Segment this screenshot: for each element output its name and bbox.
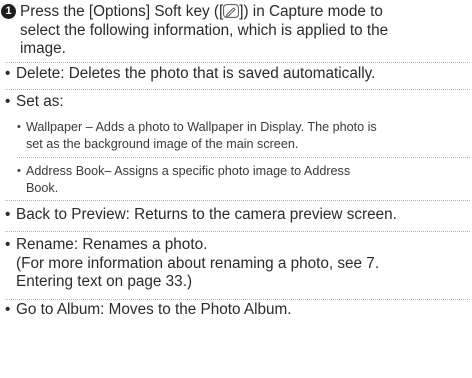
item-delete-text: Delete: Deletes the photo that is saved … [16, 65, 376, 82]
step-1: 1 Press the [Options] Soft key ([ ]) in C… [0, 3, 470, 59]
divider [5, 200, 470, 201]
manual-page: 1 Press the [Options] Soft key ([ ]) in C… [0, 0, 472, 378]
sub-item-address-book-text: Address Book– Assigns a specific photo i… [26, 163, 472, 196]
divider [17, 157, 470, 158]
item-rename-text: Rename: Renames a photo. (For more infor… [16, 236, 470, 292]
step-instruction: Press the [Options] Soft key ([ ]) in Cap… [20, 3, 470, 59]
rename-line-3: Entering text on page 33.) [16, 273, 193, 290]
wallpaper-line-2: set as the background image of the main … [26, 136, 299, 151]
sub-item-wallpaper-text: Wallpaper – Adds a photo to Wallpaper in… [26, 119, 472, 152]
sub-item-address-book: • Address Book– Assigns a specific photo… [17, 163, 472, 196]
list-item-set-as: • Set as: [5, 93, 470, 112]
address-line-2: Book. [26, 180, 59, 195]
bullet: • [17, 165, 21, 177]
divider [5, 299, 470, 300]
step-line-3: image. [20, 40, 66, 57]
step-line-1-prefix: Press the [Options] Soft key ([ [20, 3, 224, 20]
divider [5, 89, 470, 90]
item-back-text: Back to Preview: Returns to the camera p… [16, 206, 397, 223]
address-line-1: Address Book– Assigns a specific photo i… [26, 164, 351, 178]
list-item-go-to-album: • Go to Album: Moves to the Photo Album. [5, 301, 470, 320]
wallpaper-line-1: Wallpaper – Adds a photo to Wallpaper in… [26, 120, 377, 134]
bullet: • [17, 121, 21, 133]
sub-item-wallpaper: • Wallpaper – Adds a photo to Wallpaper … [17, 119, 472, 152]
list-item-back-to-preview: • Back to Preview: Returns to the camera… [5, 206, 470, 225]
rename-line-1: Rename: Renames a photo. [16, 236, 208, 253]
bullet: • [5, 236, 11, 253]
item-set-as-text: Set as: [16, 93, 64, 110]
divider [5, 231, 470, 232]
step-number-badge: 1 [1, 4, 16, 19]
bullet: • [5, 65, 11, 82]
bullet: • [5, 206, 11, 223]
bullet: • [5, 93, 11, 110]
list-item-delete: • Delete: Deletes the photo that is save… [5, 65, 470, 84]
bullet: • [5, 301, 11, 318]
step-line-1-suffix: ]) in Capture mode to [239, 3, 383, 20]
step-line-1: Press the [Options] Soft key ([ ]) in Cap… [20, 3, 470, 22]
item-album-text: Go to Album: Moves to the Photo Album. [16, 301, 292, 318]
pen-key-icon [223, 4, 240, 18]
rename-line-2: (For more information about renaming a p… [16, 254, 380, 272]
list-item-rename: • Rename: Renames a photo. (For more inf… [5, 236, 470, 292]
step-line-2: select the following information, which … [20, 21, 389, 39]
divider [5, 62, 470, 63]
